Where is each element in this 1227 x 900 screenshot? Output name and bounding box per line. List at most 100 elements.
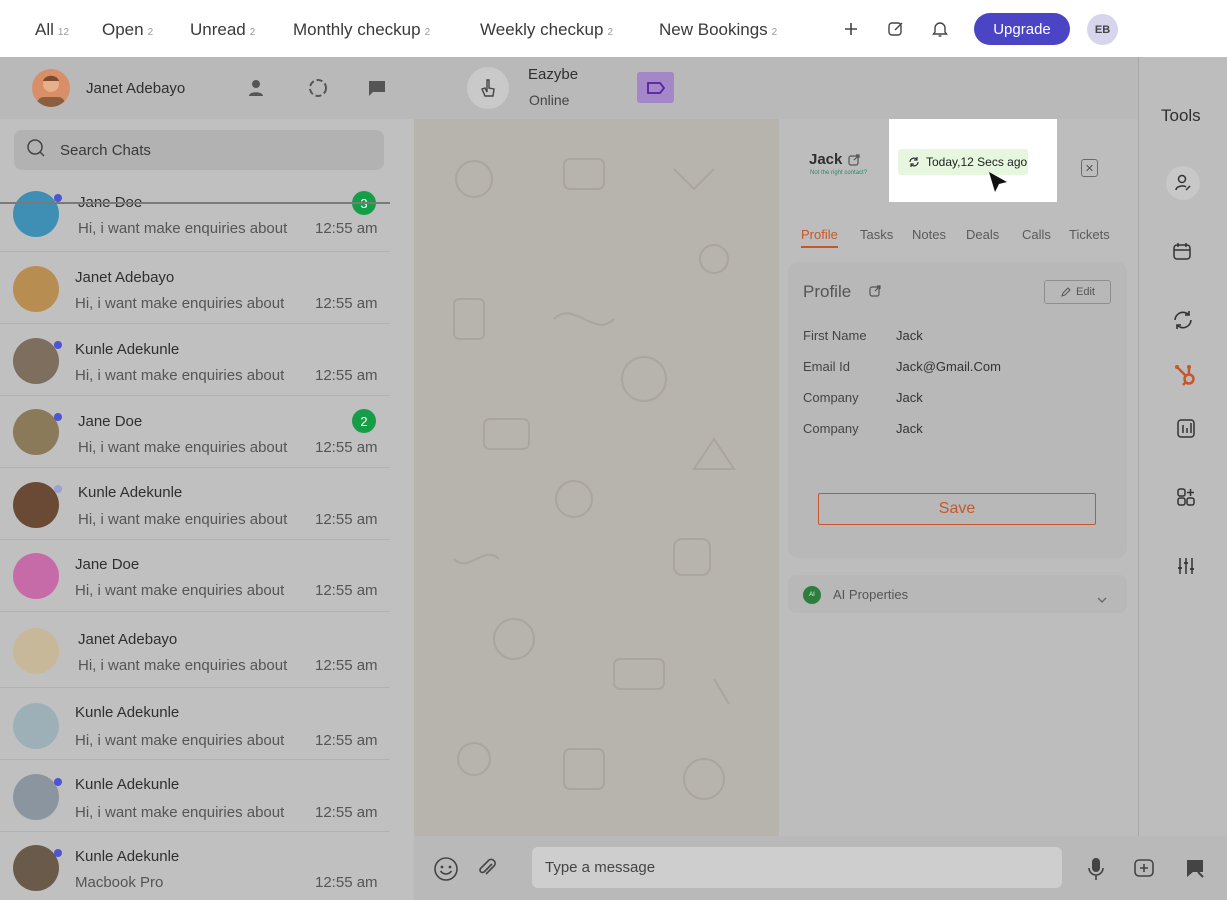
tab-monthly-checkup[interactable]: Monthly checkup 2	[293, 20, 430, 40]
sync-icon[interactable]	[1166, 303, 1200, 337]
tab-unread[interactable]: Unread 2	[190, 20, 255, 40]
microphone-icon[interactable]	[1087, 856, 1105, 887]
chat-item[interactable]: Kunle Adekunle Hi, i want make enquiries…	[0, 760, 390, 832]
online-dot	[54, 778, 62, 786]
status-icon[interactable]	[307, 77, 329, 99]
chat-message: Hi, i want make enquiries about	[78, 220, 288, 237]
tab-count: 2	[424, 27, 431, 38]
chat-time: 12:55 am	[315, 511, 378, 528]
avatar	[13, 703, 59, 749]
tab-tasks[interactable]: Tasks	[860, 227, 893, 242]
quick-reply-icon[interactable]	[1132, 856, 1156, 885]
tab-profile[interactable]: Profile	[801, 227, 838, 248]
add-icon[interactable]	[837, 15, 865, 43]
online-dot	[54, 413, 62, 421]
not-right-contact-link[interactable]: Not the right contact?	[810, 170, 867, 176]
contact-edit-icon[interactable]	[1166, 166, 1200, 200]
templates-icon[interactable]	[1184, 857, 1206, 884]
tab-notes[interactable]: Notes	[912, 227, 946, 242]
chat-item[interactable]: Jane Doe Hi, i want make enquiries about…	[0, 540, 390, 612]
tab-label: Open	[102, 20, 144, 39]
tab-all[interactable]: All 12	[35, 20, 69, 40]
avatar	[13, 338, 59, 384]
bell-icon[interactable]	[926, 15, 954, 43]
emoji-icon[interactable]	[433, 856, 459, 887]
online-dot	[54, 849, 62, 857]
field-value: Jack	[896, 328, 923, 343]
building-icon[interactable]	[1169, 411, 1203, 445]
message-input[interactable]: Type a message	[532, 847, 1062, 888]
save-button[interactable]: Save	[818, 493, 1096, 525]
settings-sliders-icon[interactable]	[1169, 549, 1203, 583]
message-icon[interactable]	[366, 77, 388, 99]
tab-deals[interactable]: Deals	[966, 227, 999, 242]
external-link-icon[interactable]	[869, 284, 881, 302]
tab-count: 2	[147, 27, 154, 38]
current-user-name: Janet Adebayo	[86, 79, 186, 97]
avatar	[13, 628, 59, 674]
tab-new-bookings[interactable]: New Bookings 2	[659, 20, 777, 40]
hubspot-icon[interactable]	[1169, 359, 1203, 393]
ai-badge: AI	[803, 586, 821, 604]
online-dot	[54, 485, 62, 493]
chat-message: Hi, i want make enquiries about	[78, 657, 288, 674]
chat-message: Hi, i want make enquiries about	[78, 439, 288, 456]
compose-icon[interactable]	[882, 15, 910, 43]
avatar	[13, 774, 59, 820]
avatar	[13, 845, 59, 891]
user-avatar[interactable]: EB	[1087, 14, 1118, 45]
attachment-icon[interactable]	[476, 857, 498, 884]
chat-item[interactable]: Kunle Adekunle Hi, i want make enquiries…	[0, 468, 390, 540]
tab-label: New Bookings	[659, 20, 768, 39]
chat-item[interactable]: Janet Adebayo Hi, i want make enquiries …	[0, 252, 390, 324]
tab-weekly-checkup[interactable]: Weekly checkup 2	[480, 20, 613, 40]
chat-time: 12:55 am	[315, 874, 378, 891]
chat-message: Hi, i want make enquiries about	[75, 582, 285, 599]
avatar	[13, 266, 59, 312]
avatar	[13, 482, 59, 528]
chat-time: 12:55 am	[315, 439, 378, 456]
upgrade-button[interactable]: Upgrade	[974, 13, 1070, 45]
chevron-down-icon[interactable]	[1096, 591, 1108, 609]
calendar-icon[interactable]	[1165, 234, 1199, 268]
tab-calls[interactable]: Calls	[1022, 227, 1051, 242]
chat-item[interactable]: Jane Doe Hi, i want make enquiries about…	[0, 180, 390, 252]
label-button[interactable]	[637, 72, 674, 103]
tab-tickets[interactable]: Tickets	[1069, 227, 1110, 242]
chat-item[interactable]: Kunle Adekunle Hi, i want make enquiries…	[0, 324, 390, 396]
chat-item[interactable]: Janet Adebayo Hi, i want make enquiries …	[0, 612, 390, 688]
field-label: Company	[803, 421, 859, 436]
chat-message: Hi, i want make enquiries about	[78, 511, 288, 528]
chat-name: Janet Adebayo	[75, 269, 175, 286]
chat-item[interactable]: Kunle Adekunle Macbook Pro 12:55 am	[0, 832, 390, 900]
external-link-icon[interactable]	[848, 153, 860, 171]
chat-message: Hi, i want make enquiries about	[75, 732, 285, 749]
search-placeholder: Search Chats	[60, 141, 151, 159]
chat-item[interactable]: Jane Doe Hi, i want make enquiries about…	[0, 396, 390, 468]
search-input[interactable]: Search Chats	[14, 130, 384, 170]
edit-button[interactable]: Edit	[1044, 280, 1111, 304]
chat-time: 12:55 am	[315, 582, 378, 599]
current-user[interactable]: Janet Adebayo	[32, 69, 185, 107]
tab-label: Unread	[190, 20, 246, 39]
chat-name: Jane Doe	[75, 556, 140, 573]
chat-message: Hi, i want make enquiries about	[75, 367, 285, 384]
tab-count: 12	[57, 27, 70, 38]
contact-avatar[interactable]	[467, 67, 509, 109]
tab-count: 2	[249, 27, 256, 38]
contact-name: Eazybe	[528, 66, 579, 83]
field-value: Jack@Gmail.Com	[896, 359, 1001, 374]
chat-time: 12:55 am	[315, 220, 378, 237]
mouse-cursor-icon	[987, 170, 1009, 201]
tab-open[interactable]: Open 2	[102, 20, 153, 40]
close-icon[interactable]: ✕	[1081, 159, 1098, 177]
chat-item[interactable]: Kunle Adekunle Hi, i want make enquiries…	[0, 688, 390, 760]
apps-add-icon[interactable]	[1169, 480, 1203, 514]
chat-message: Macbook Pro	[75, 874, 164, 891]
chat-name: Jane Doe	[78, 413, 143, 430]
contact-title: Jack	[809, 151, 843, 168]
tab-count: 2	[771, 27, 778, 38]
online-dot	[54, 194, 62, 202]
person-icon[interactable]	[245, 77, 267, 99]
chat-time: 12:55 am	[315, 367, 378, 384]
